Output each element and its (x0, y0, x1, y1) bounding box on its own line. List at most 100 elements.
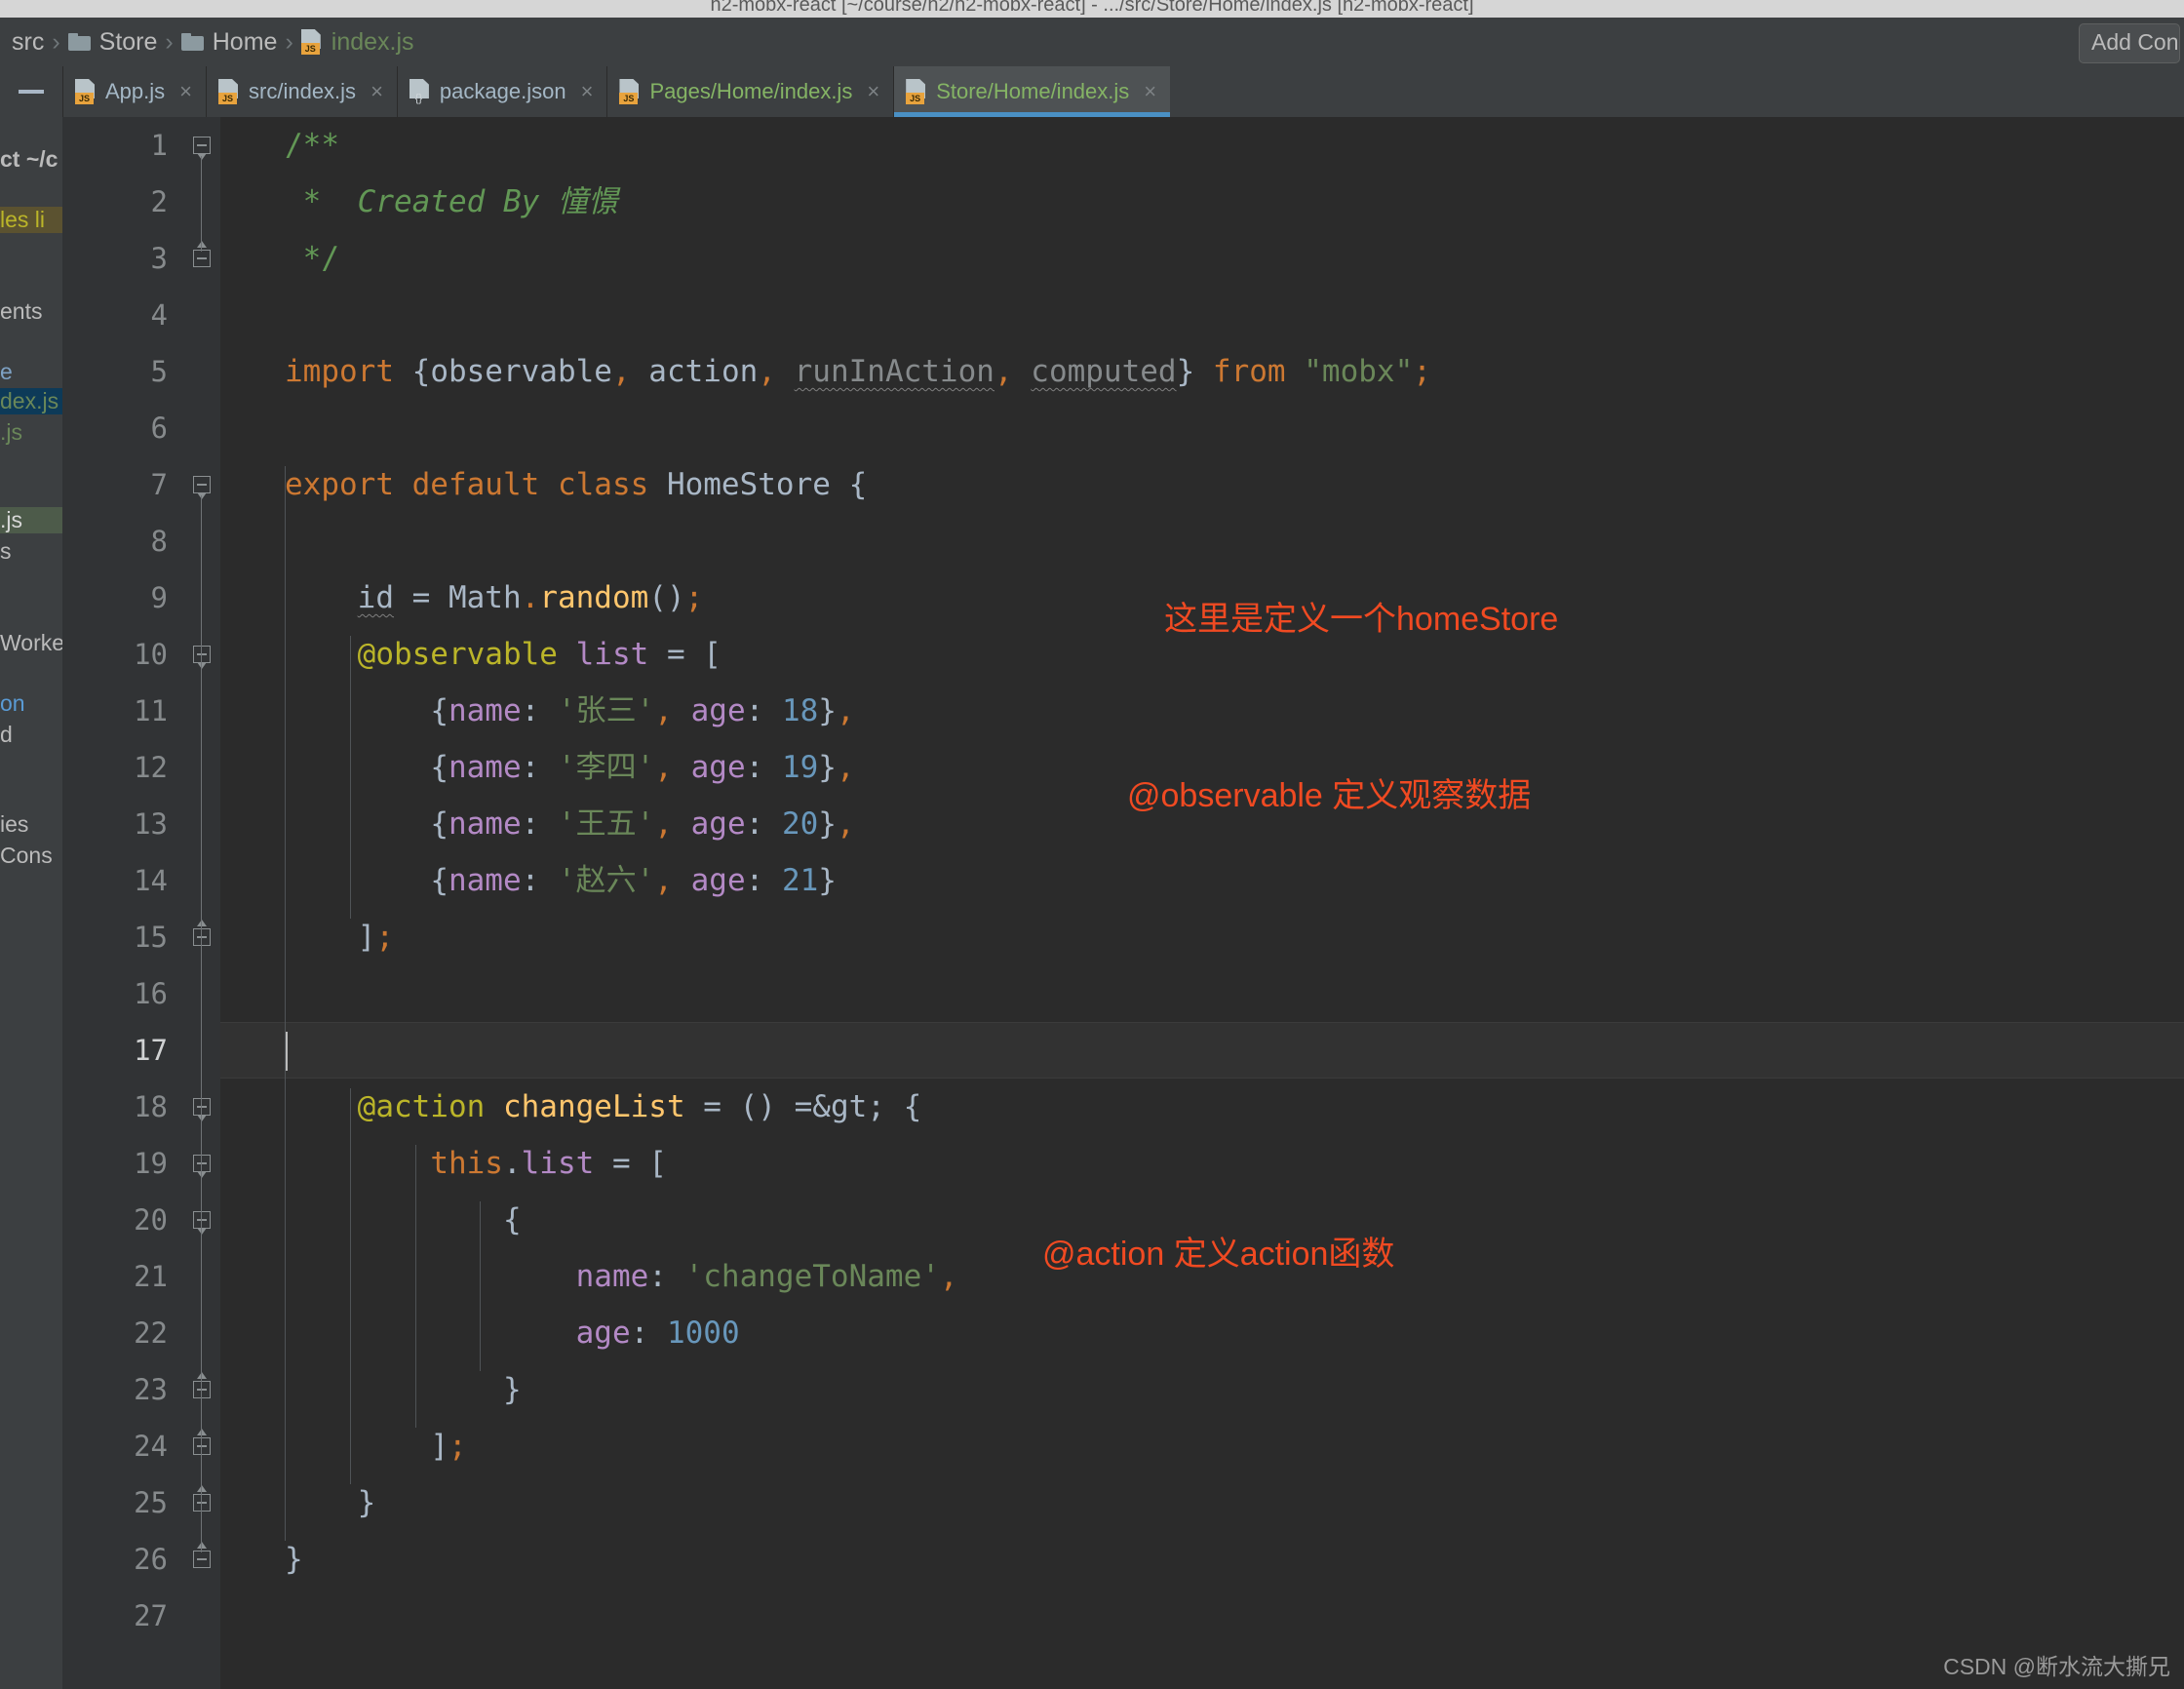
code-line[interactable] (220, 1588, 2184, 1644)
line-number: 17 (134, 1034, 168, 1067)
sidebar-row[interactable]: Cons (0, 843, 53, 869)
code-fold-end-icon[interactable] (189, 1542, 214, 1572)
code-line[interactable] (220, 513, 2184, 570)
breadcrumb-label: Store (98, 27, 158, 56)
line-number: 11 (134, 694, 168, 727)
js-file-icon: JS (75, 79, 97, 104)
code-line[interactable] (220, 400, 2184, 456)
annotation-text: 这里是定义一个homeStore (1164, 601, 1559, 638)
breadcrumb-separator: › (52, 27, 60, 56)
sidebar-row[interactable]: on (0, 690, 25, 717)
breadcrumb-item-index-js[interactable]: JS index.js (295, 28, 420, 57)
editor-tab-bar: JS App.js × JS src/index.js × {} package… (0, 66, 2184, 117)
code-line[interactable]: age: 1000 (220, 1305, 2184, 1361)
code-line[interactable]: export default class HomeStore { (220, 456, 2184, 513)
code-line[interactable] (220, 1022, 2184, 1079)
js-file-icon: JS (619, 79, 641, 104)
line-number: 26 (134, 1543, 168, 1576)
collapse-tabs-button[interactable] (0, 66, 62, 117)
line-number: 12 (134, 751, 168, 784)
line-number: 5 (150, 355, 168, 388)
sidebar-row[interactable]: ies (0, 811, 28, 838)
code-line[interactable] (220, 965, 2184, 1022)
line-number: 15 (134, 921, 168, 954)
close-icon[interactable]: × (370, 79, 383, 104)
line-number-gutter: 1 2 3 4 5 6 7 8 9 10 11 12 13 14 15 16 17 18 19 20 21 22 23 24 2… (62, 117, 183, 1689)
line-number: 16 (134, 977, 168, 1010)
sidebar-row[interactable]: s (0, 538, 12, 565)
line-number: 7 (150, 468, 168, 501)
code-line[interactable]: } (220, 1474, 2184, 1531)
code-fold-collapse-icon[interactable] (189, 1151, 214, 1178)
js-file-icon: JS (906, 79, 927, 104)
breadcrumb-item-home[interactable]: Home (176, 28, 284, 57)
code-line[interactable]: * Created By 憧憬 (220, 174, 2184, 230)
line-number: 24 (134, 1430, 168, 1463)
code-line[interactable]: } (220, 1531, 2184, 1588)
code-fold-end-icon[interactable] (189, 1372, 214, 1402)
sidebar-row[interactable]: .js (0, 507, 62, 533)
sidebar-row[interactable]: Worker (0, 630, 62, 656)
tab-package-json[interactable]: {} package.json × (396, 66, 607, 117)
code-fold-collapse-icon[interactable] (189, 1207, 214, 1235)
folder-icon (67, 33, 91, 51)
tab-app-js[interactable]: JS App.js × (62, 66, 207, 117)
code-editor[interactable]: 1 2 3 4 5 6 7 8 9 10 11 12 13 14 15 16 17 18 19 20 21 22 23 24 2… (62, 117, 2184, 1689)
code-fold-collapse-icon[interactable] (189, 472, 214, 499)
code-line[interactable]: ]; (220, 1418, 2184, 1474)
line-number: 3 (150, 242, 168, 275)
folder-icon (180, 33, 204, 51)
code-line[interactable]: @action changeList = () =&gt; { (220, 1079, 2184, 1135)
code-fold-end-icon[interactable] (189, 1485, 214, 1515)
sidebar-row[interactable]: les li (0, 207, 62, 233)
code-line[interactable]: */ (220, 230, 2184, 287)
annotation-text: @action 定义action函数 (1042, 1236, 1395, 1273)
code-fold-end-icon[interactable] (189, 1429, 214, 1459)
fold-connector (201, 1231, 202, 1383)
tab-label: App.js (105, 79, 166, 103)
fold-connector (201, 156, 202, 252)
code-content[interactable]: /** * Created By 憧憬 */ import {observable… (220, 117, 2184, 1689)
code-fold-collapse-icon[interactable] (189, 1094, 214, 1121)
project-sidebar[interactable]: ct ~/c les li ents e dex.js .js .js s Worker on d i… (0, 117, 62, 1689)
json-file-icon: {} (409, 79, 431, 104)
code-folding-gutter[interactable] (183, 117, 220, 1689)
close-icon[interactable]: × (867, 79, 879, 104)
code-line[interactable]: /** (220, 117, 2184, 174)
close-icon[interactable]: × (581, 79, 594, 104)
code-fold-end-icon[interactable] (189, 241, 214, 271)
sidebar-row[interactable]: dex.js (0, 388, 62, 414)
code-fold-end-icon[interactable] (189, 920, 214, 950)
code-line[interactable]: this.list = [ (220, 1135, 2184, 1192)
indent-guide (480, 1201, 481, 1371)
add-configuration-button[interactable]: Add Con (2079, 23, 2180, 63)
js-file-icon: JS (300, 29, 323, 55)
breadcrumb-item-src[interactable]: src (6, 28, 50, 57)
sidebar-row[interactable]: ents (0, 298, 42, 325)
tab-store-home-index-js[interactable]: JS Store/Home/index.js × (893, 66, 1171, 117)
line-number: 14 (134, 864, 168, 897)
line-number: 2 (150, 185, 168, 218)
line-number: 21 (134, 1260, 168, 1293)
indent-guide (285, 466, 286, 1541)
code-line[interactable]: {name: '赵六', age: 21} (220, 852, 2184, 909)
tab-src-index-js[interactable]: JS src/index.js × (206, 66, 397, 117)
sidebar-row[interactable]: e (0, 359, 13, 385)
code-fold-collapse-icon[interactable] (189, 642, 214, 669)
line-number: 20 (134, 1203, 168, 1237)
code-line[interactable]: import {observable, action, runInAction,… (220, 343, 2184, 400)
sidebar-row[interactable]: d (0, 722, 13, 748)
tab-pages-home-index-js[interactable]: JS Pages/Home/index.js × (606, 66, 894, 117)
sidebar-row[interactable]: ct ~/c (0, 146, 58, 173)
code-line[interactable]: ]; (220, 909, 2184, 965)
breadcrumb-item-store[interactable]: Store (62, 28, 164, 57)
close-icon[interactable]: × (1144, 79, 1156, 104)
close-icon[interactable]: × (179, 79, 192, 104)
window-title: h2-mobx-react [~/course/h2/h2-mobx-react… (710, 0, 1474, 16)
code-fold-collapse-icon[interactable] (189, 133, 214, 160)
line-number: 13 (134, 807, 168, 841)
code-line[interactable] (220, 287, 2184, 343)
code-line[interactable]: {name: '张三', age: 18}, (220, 683, 2184, 739)
sidebar-row[interactable]: .js (0, 419, 22, 446)
code-line[interactable]: } (220, 1361, 2184, 1418)
